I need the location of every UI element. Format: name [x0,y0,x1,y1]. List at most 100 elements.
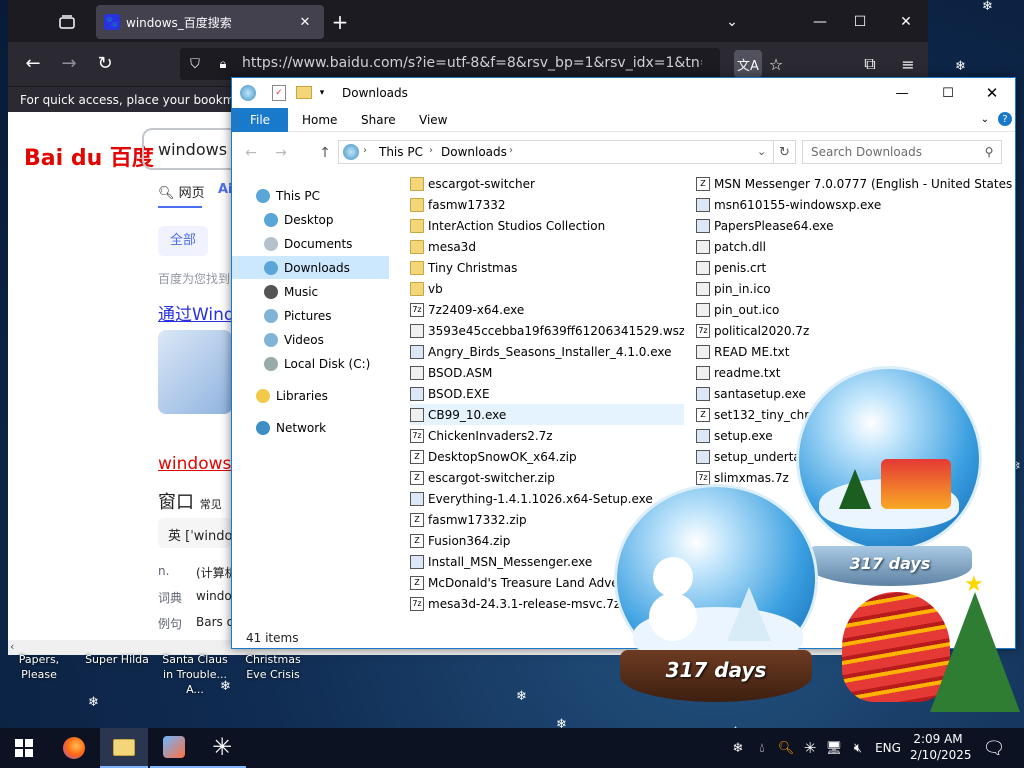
minimize-icon[interactable]: — [808,10,832,34]
start-icon[interactable] [0,728,48,768]
address-dropdown-icon[interactable]: ⌄ [757,145,766,158]
nav-item-documents[interactable]: Documents [232,232,389,255]
nav-item-network[interactable]: Network [232,416,389,439]
desktop-icon-super-hilda[interactable]: Super Hilda [78,652,156,667]
desktop-icon-papers-please[interactable]: Papers, Please [0,652,78,682]
extensions-icon[interactable]: ⧉ [858,52,882,76]
result-1-thumbnail[interactable] [158,330,232,414]
back-icon[interactable]: ← [242,144,260,162]
url-bar[interactable]: ⛉ 🔒︎ https://www.baidu.com/s?ie=utf-8&f=… [180,48,720,80]
file-explorer-icon[interactable] [100,728,148,768]
app-icon[interactable] [150,728,198,768]
browser-tab[interactable]: 🐾 windows_百度搜索 ✕ [96,5,324,39]
file-item[interactable]: 3593e45ccebba19f639ff61206341529.wsz [410,320,684,341]
file-item[interactable]: PapersPlease64.exe [696,215,1012,236]
up-icon[interactable]: ↑ [316,144,334,162]
nav-item-desktop[interactable]: Desktop [232,208,389,231]
network-icon[interactable]: 🖥︎ [824,728,844,768]
properties-icon[interactable]: ✓ [272,85,286,101]
file-item[interactable]: mesa3d [410,236,684,257]
menu-icon[interactable]: ≡ [896,52,920,76]
clock[interactable]: 2:09 AM 2/10/2025 [910,731,972,763]
help-icon[interactable]: ? [998,112,1012,126]
ribbon-tab-view[interactable]: View [419,113,447,127]
file-item[interactable]: patch.dll [696,236,1012,257]
file-item[interactable]: BSOD.ASM [410,362,684,383]
ribbon-tab-home[interactable]: Home [302,113,337,127]
maximize-icon[interactable]: ☐ [848,10,872,34]
file-item[interactable]: Z MSN Messenger 7.0.0777 (English - Unite… [696,173,1012,194]
filter-all[interactable]: 全部 [158,226,208,256]
language-indicator[interactable]: ENG [870,728,906,768]
file-item[interactable]: BSOD.EXE [410,383,684,404]
file-item[interactable]: Tiny Christmas [410,257,684,278]
maximize-icon[interactable]: ☐ [928,82,968,104]
back-icon[interactable]: ← [22,52,44,74]
breadcrumb-downloads[interactable]: Downloads [441,145,507,159]
phonetic-chip[interactable]: 英 [ˈwindo [158,518,232,548]
file-item[interactable]: 7z ChickenInvaders2.7z [410,425,684,446]
file-item[interactable]: pin_out.ico [696,299,1012,320]
volume-muted-icon[interactable]: 🔇︎ [848,728,868,768]
drop-tray-icon[interactable]: 💧︎ [752,728,772,768]
snow-icon[interactable]: ✳ [198,728,246,768]
ribbon-tab-file[interactable]: File [232,108,288,132]
file-item[interactable]: pin_in.ico [696,278,1012,299]
breadcrumb-this-pc[interactable]: This PC [379,145,423,159]
tab-web[interactable]: 🔍︎ 网页 [158,182,205,201]
address-bar[interactable]: › This PC › Downloads › ⌄ [338,140,774,164]
firefox-icon[interactable] [50,728,98,768]
asterisk-tray-icon[interactable]: ✳ [800,728,820,768]
result-2-title[interactable]: windows [158,454,231,474]
snowglobe-large-widget[interactable]: 317 days [614,484,818,704]
file-item[interactable]: 7z political2020.7z [696,320,1012,341]
result-1-title[interactable]: 通过Wind [158,300,235,325]
expand-ribbon-icon[interactable]: ⌄ [978,112,992,126]
file-item[interactable]: 7z 7z2409-x64.exe [410,299,684,320]
file-item[interactable]: vb [410,278,684,299]
file-item[interactable]: READ ME.txt [696,341,1012,362]
minimize-icon[interactable]: — [882,82,922,104]
close-icon[interactable]: ✕ [894,10,918,34]
search-input[interactable]: Search Downloads ⚲ [802,140,1002,164]
refresh-icon[interactable]: ↻ [774,140,796,164]
forward-icon[interactable]: → [272,144,290,162]
close-icon[interactable]: ✕ [972,82,1012,104]
file-item[interactable]: escargot-switcher [410,173,684,194]
dict-row-label: 词典 [158,591,183,605]
nav-item-downloads[interactable]: Downloads [232,256,389,279]
notifications-icon[interactable]: 🗨︎ [976,728,1012,768]
desktop-icon-christmas-eve[interactable]: Christmas Eve Crisis [234,652,312,682]
nav-item-local-disk-c[interactable]: Local Disk (C:) [232,352,389,375]
file-item[interactable]: msn610155-windowsxp.exe [696,194,1012,215]
list-tabs-icon[interactable]: ⌄ [720,10,744,34]
translate-icon[interactable]: 文A [734,50,762,78]
reload-icon[interactable]: ↻ [94,52,116,74]
nav-item-music[interactable]: Music [232,280,389,303]
nav-item-pictures[interactable]: Pictures [232,304,389,327]
nav-item-libraries[interactable]: Libraries [232,384,389,407]
ribbon-tab-share[interactable]: Share [361,113,396,127]
star-icon[interactable]: ☆ [764,52,788,76]
snow-tray-icon[interactable]: ❄ [728,728,748,768]
forward-icon[interactable]: → [58,52,80,74]
search-tray-icon[interactable]: 🔍︎ [776,728,796,768]
file-item[interactable]: Angry_Birds_Seasons_Installer_4.1.0.exe [410,341,684,362]
file-item[interactable]: CB99_10.exe [410,404,684,425]
file-item[interactable]: Z DesktopSnowOK_x64.zip [410,446,684,467]
new-tab-icon[interactable]: + [328,10,352,34]
file-item[interactable]: fasmw17332 [410,194,684,215]
file-item[interactable]: penis.crt [696,257,1012,278]
nav-item-this-pc[interactable]: This PC [232,184,389,207]
tab-overview-icon[interactable] [56,11,78,33]
new-folder-icon[interactable] [296,86,312,99]
close-tab-icon[interactable]: ✕ [296,13,314,31]
shield-icon[interactable]: ⛉ [186,55,204,73]
desktop-icon-santa-claus[interactable]: Santa Claus in Trouble... A... [156,652,234,697]
nav-item-videos[interactable]: Videos [232,328,389,351]
customize-toolbar-icon[interactable]: ▾ [316,86,328,100]
file-item[interactable]: InterAction Studios Collection [410,215,684,236]
baidu-logo[interactable]: Bai du 百度 [24,140,154,172]
snowglobe-small-widget[interactable]: 317 days [788,366,990,586]
lock-icon[interactable]: 🔒︎ [214,55,232,73]
